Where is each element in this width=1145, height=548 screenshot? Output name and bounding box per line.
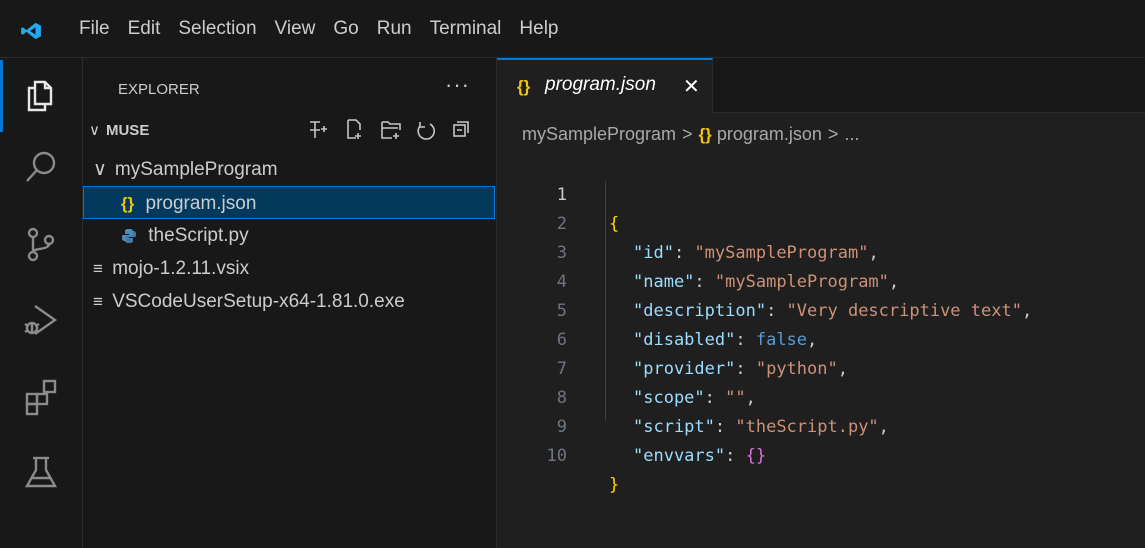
editor-tabs: {} program.json ✕ <box>497 58 1145 114</box>
json-value: "mySampleProgram" <box>694 243 869 263</box>
extensions-icon[interactable] <box>21 376 61 416</box>
tree-item-label: VSCodeUserSetup-x64-1.81.0.exe <box>112 291 405 312</box>
code-text: "envvars": {} <box>633 446 767 466</box>
breadcrumb-more[interactable]: ... <box>844 124 859 144</box>
code-text: "description": "Very descriptive text", <box>633 301 1033 321</box>
json-key: "script" <box>633 417 715 437</box>
json-key: "disabled" <box>633 330 736 350</box>
code-line: 6 "provider": "python", <box>497 297 848 379</box>
code-line: 9 "envvars": {} <box>497 384 766 466</box>
code-line: 7 "scope": "", <box>497 326 756 408</box>
tree-folder-mysampleprogram[interactable]: ∨ mySampleProgram <box>83 153 495 186</box>
json-value: "theScript.py" <box>735 417 879 437</box>
tree-file-program-json[interactable]: {} program.json <box>83 186 495 219</box>
json-value: "" <box>725 388 746 408</box>
search-icon[interactable] <box>21 148 61 188</box>
tree-item-label: theScript.py <box>148 225 249 246</box>
activity-bar <box>0 58 83 548</box>
new-folder-alt-icon[interactable] <box>381 121 401 139</box>
code-line: 10 } <box>497 413 620 495</box>
menu-file[interactable]: File <box>79 18 110 40</box>
code-text: "name": "mySampleProgram", <box>633 272 900 292</box>
menu-bar: File Edit Selection View Go Run Terminal… <box>79 18 577 40</box>
breadcrumb: mySampleProgram >{} program.json >... <box>522 124 859 145</box>
workspace-name: MUSE <box>105 122 150 139</box>
json-key: "envvars" <box>633 446 726 466</box>
json-value: "Very descriptive text" <box>786 301 1022 321</box>
code-line: 2 "id": "mySampleProgram", <box>497 181 879 263</box>
json-file-icon: {} <box>517 77 531 96</box>
breadcrumb-file[interactable]: program.json <box>717 124 822 144</box>
code-text: } <box>609 475 620 495</box>
files-icon[interactable] <box>21 72 61 112</box>
menu-edit[interactable]: Edit <box>128 18 161 40</box>
more-actions-button[interactable]: ··· <box>445 72 470 98</box>
json-key: "name" <box>633 272 695 292</box>
menu-go[interactable]: Go <box>333 18 358 40</box>
tree-file-mojo-vsix[interactable]: ≡ mojo-1.2.11.vsix <box>83 252 495 285</box>
text-file-icon: ≡ <box>93 259 103 278</box>
new-file-icon[interactable] <box>310 121 327 138</box>
text-file-icon: ≡ <box>93 292 103 311</box>
explorer-sidebar: EXPLORER ··· ∨ MUSE ∨ mySampleProgram {} p… <box>83 58 497 548</box>
code-editor[interactable]: 1 { 2 "id": "mySampleProgram", 3 "name":… <box>497 152 1145 495</box>
code-text: "id": "mySampleProgram", <box>633 243 879 263</box>
code-line: 8 "script": "theScript.py", <box>497 355 889 437</box>
explorer-title: EXPLORER <box>118 81 200 98</box>
tree-item-label: mojo-1.2.11.vsix <box>112 258 250 279</box>
code-text: "script": "theScript.py", <box>633 417 889 437</box>
workspace-section-header[interactable]: ∨ MUSE <box>89 121 149 139</box>
menu-selection[interactable]: Selection <box>178 18 256 40</box>
menu-terminal[interactable]: Terminal <box>430 18 502 40</box>
json-value: "python" <box>755 359 838 379</box>
tree-file-thescript-py[interactable]: theScript.py <box>83 219 495 252</box>
chevron-down-icon: ∨ <box>89 122 100 139</box>
tree-item-label: mySampleProgram <box>114 159 278 180</box>
close-icon[interactable]: ✕ <box>683 74 700 99</box>
menu-run[interactable]: Run <box>377 18 412 40</box>
python-file-icon <box>122 229 136 243</box>
code-line: 3 "name": "mySampleProgram", <box>497 210 899 292</box>
json-value: false <box>755 330 808 350</box>
run-debug-icon[interactable] <box>21 300 61 340</box>
json-file-icon: {} <box>121 194 135 213</box>
menu-help[interactable]: Help <box>519 18 558 40</box>
new-folder-icon[interactable] <box>347 119 361 139</box>
code-text: { <box>609 214 620 234</box>
tab-label: program.json <box>545 74 656 95</box>
code-line: 1 { <box>497 152 620 234</box>
tab-program-json[interactable]: {} program.json ✕ <box>497 58 713 114</box>
json-key: "id" <box>633 243 674 263</box>
menu-view[interactable]: View <box>275 18 316 40</box>
code-line: 5 "disabled": false, <box>497 268 818 350</box>
refresh-icon[interactable] <box>417 122 435 140</box>
json-key: "description" <box>633 301 767 321</box>
json-file-icon: {} <box>698 125 712 144</box>
json-value: {} <box>745 446 767 466</box>
tree-file-vscode-setup-exe[interactable]: ≡ VSCodeUserSetup-x64-1.81.0.exe <box>83 285 495 318</box>
line-number: 10 <box>546 446 567 466</box>
testing-icon[interactable] <box>21 452 61 492</box>
code-line: 4 "description": "Very descriptive text"… <box>497 239 1032 321</box>
chevron-right-icon: > <box>827 124 839 144</box>
title-bar: File Edit Selection View Go Run Terminal… <box>0 0 1145 58</box>
chevron-right-icon: > <box>682 124 693 144</box>
code-text: "scope": "", <box>633 388 756 408</box>
json-value: "mySampleProgram" <box>714 272 889 292</box>
json-key: "provider" <box>633 359 736 379</box>
active-indicator <box>0 60 3 132</box>
code-text: "provider": "python", <box>633 359 848 379</box>
breadcrumb-folder[interactable]: mySampleProgram <box>522 124 676 144</box>
vscode-logo-icon <box>21 22 41 40</box>
collapse-all-icon[interactable] <box>453 121 469 137</box>
explorer-actions <box>310 119 469 140</box>
tree-item-label: program.json <box>145 193 257 214</box>
chevron-down-icon: ∨ <box>93 159 107 180</box>
code-text: "disabled": false, <box>633 330 818 350</box>
json-key: "scope" <box>633 388 705 408</box>
source-control-icon[interactable] <box>21 224 61 264</box>
